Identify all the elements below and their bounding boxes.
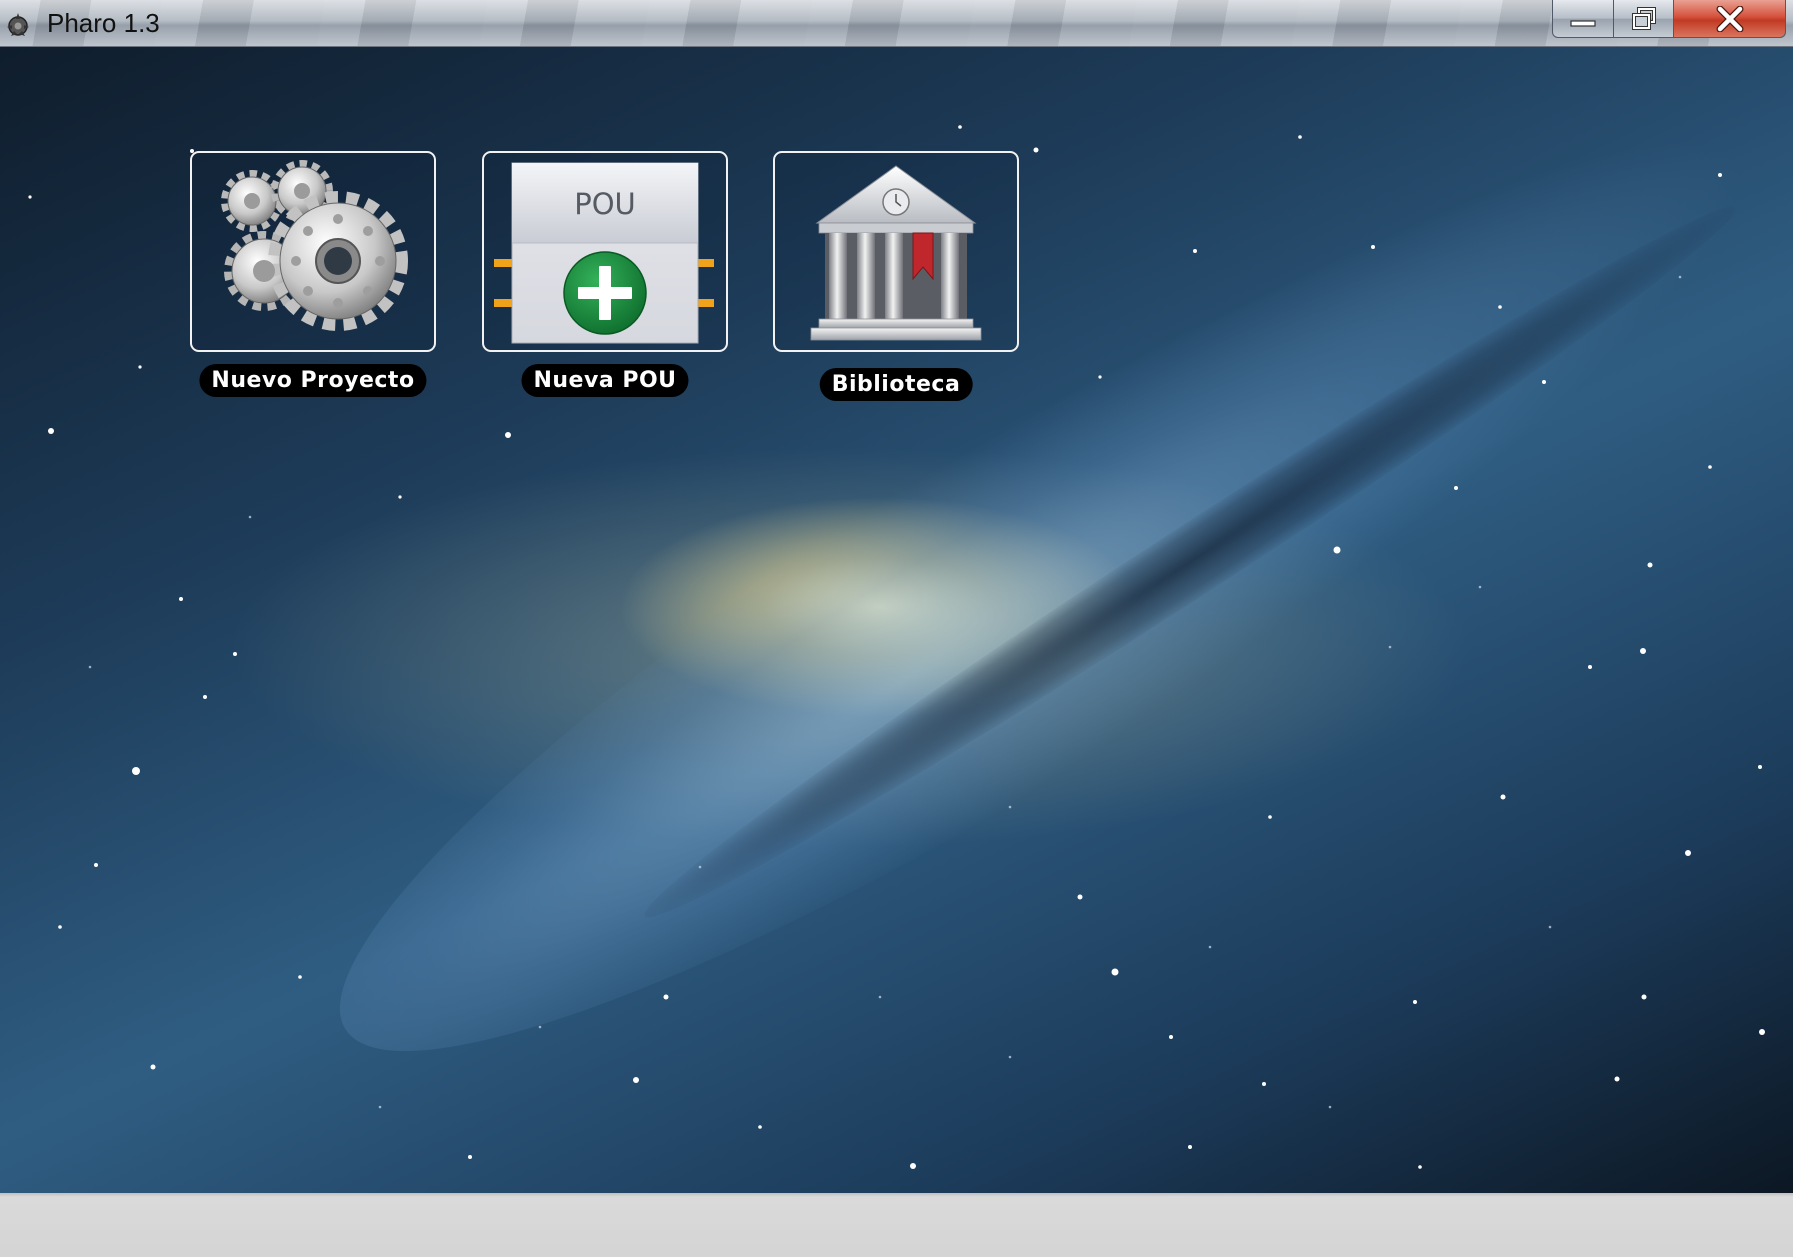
minimize-icon xyxy=(1570,19,1596,27)
close-button[interactable] xyxy=(1674,0,1786,38)
desktop-icon-label-nuevo-proyecto[interactable]: Nuevo Proyecto xyxy=(199,364,427,397)
pou-block-label: POU xyxy=(574,187,636,221)
desktop-wallpaper[interactable]: Nuevo Proyecto POU Nueva POU Biblioteca xyxy=(0,47,1793,1193)
close-icon xyxy=(1716,5,1743,32)
desktop-icon-nuevo-proyecto[interactable] xyxy=(190,151,436,352)
desktop-icon-label-nueva-pou[interactable]: Nueva POU xyxy=(521,364,689,397)
desktop-icon-biblioteca[interactable] xyxy=(773,151,1019,352)
library-building-icon xyxy=(810,165,982,341)
pou-add-icon xyxy=(494,162,714,344)
restore-icon xyxy=(1631,6,1656,30)
desktop-icon-label-biblioteca[interactable]: Biblioteca xyxy=(819,368,973,401)
window-title: Pharo 1.3 xyxy=(47,8,160,38)
window-controls xyxy=(1552,0,1786,40)
window-bottom-bar xyxy=(0,1193,1793,1257)
minimize-button[interactable] xyxy=(1552,0,1614,38)
title-bar[interactable]: Pharo 1.3 xyxy=(0,0,1793,47)
desktop-icon-nueva-pou[interactable]: POU xyxy=(482,151,728,352)
pharo-app-icon[interactable] xyxy=(3,9,33,39)
gears-icon xyxy=(221,160,408,331)
restore-button[interactable] xyxy=(1614,0,1674,38)
